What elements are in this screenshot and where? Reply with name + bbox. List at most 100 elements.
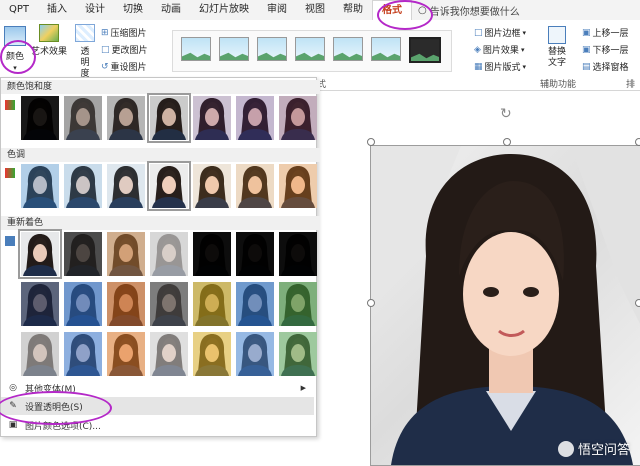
tab-transitions[interactable]: 切换: [114, 0, 152, 20]
tab-insert[interactable]: 插入: [38, 0, 76, 20]
tone-icon: [5, 168, 15, 178]
picture-styles-gallery: [172, 30, 452, 72]
saturation-swatch[interactable]: [64, 96, 102, 140]
tab-view[interactable]: 视图: [296, 0, 334, 20]
picture-layout-button[interactable]: ▦ 图片版式 ▾: [474, 60, 527, 74]
tab-help[interactable]: 帮助: [334, 0, 372, 20]
recolor-swatch[interactable]: [107, 332, 145, 376]
tone-swatch[interactable]: [193, 164, 231, 208]
tab-animations[interactable]: 动画: [152, 0, 190, 20]
picture-style-2[interactable]: [219, 37, 249, 61]
watermark-text: 悟空问答: [577, 443, 630, 458]
tab-review[interactable]: 审阅: [258, 0, 296, 20]
recolor-section-title: 重新着色: [1, 216, 320, 230]
recolor-swatch[interactable]: [193, 282, 231, 326]
recolor-swatch[interactable]: [64, 332, 102, 376]
selected-portrait-picture[interactable]: [370, 145, 640, 466]
picture-effects-button[interactable]: ◈ 图片效果 ▾: [474, 43, 525, 57]
recolor-swatch[interactable]: [18, 229, 62, 279]
resize-handle-top-left[interactable]: [367, 138, 375, 146]
bring-forward-icon: ▣: [582, 27, 591, 38]
chevron-right-icon: ▶: [300, 384, 306, 392]
recolor-swatch[interactable]: [236, 332, 274, 376]
resize-handle-top-right[interactable]: [635, 138, 640, 146]
picture-style-7[interactable]: [409, 37, 441, 63]
tone-swatch[interactable]: [236, 164, 274, 208]
border-icon: □: [474, 27, 483, 38]
saturation-grid: [1, 93, 317, 146]
picture-style-6[interactable]: [371, 37, 401, 61]
saturation-swatch[interactable]: [279, 96, 317, 140]
chevron-down-icon: ▾: [522, 62, 527, 71]
recolor-swatch[interactable]: [279, 232, 317, 276]
recolor-swatch[interactable]: [279, 332, 317, 376]
bring-forward-button[interactable]: ▣ 上移一层: [582, 26, 629, 40]
saturation-swatch[interactable]: [236, 96, 274, 140]
tab-design[interactable]: 设计: [76, 0, 114, 20]
picture-border-button[interactable]: □ 图片边框 ▾: [474, 26, 527, 40]
recolor-swatch[interactable]: [64, 232, 102, 276]
watermark: 悟空问答: [557, 439, 630, 458]
recolor-swatch[interactable]: [21, 282, 59, 326]
recolor-swatch[interactable]: [236, 232, 274, 276]
tone-grid: [1, 161, 317, 214]
selection-pane-icon: ▤: [582, 61, 591, 72]
tone-swatch[interactable]: [279, 164, 317, 208]
tone-swatch[interactable]: [107, 164, 145, 208]
saturation-swatch[interactable]: [193, 96, 231, 140]
saturation-swatch[interactable]: [107, 96, 145, 140]
resize-handle-right[interactable]: [635, 299, 640, 307]
send-backward-icon: ▣: [582, 44, 591, 55]
tone-swatch[interactable]: [64, 164, 102, 208]
resize-handle-top[interactable]: [503, 138, 511, 146]
tab-qpt[interactable]: QPT: [0, 0, 38, 20]
recolor-swatch[interactable]: [279, 282, 317, 326]
compress-pictures-button[interactable]: ⊞ 压缩图片: [101, 26, 147, 40]
transparency-icon: [75, 24, 95, 42]
color-button-highlight-ring: [0, 40, 36, 74]
send-backward-button[interactable]: ▣ 下移一层: [582, 43, 629, 57]
artistic-effects-button[interactable]: 艺术效果: [31, 24, 67, 58]
artistic-effects-label: 艺术效果: [31, 47, 68, 57]
saturation-icon: [5, 100, 15, 110]
tab-slideshow[interactable]: 幻灯片放映: [190, 0, 258, 20]
recolor-swatch[interactable]: [64, 282, 102, 326]
tone-swatch[interactable]: [21, 164, 59, 208]
format-tab-highlight-ring: [377, 0, 433, 30]
saturation-swatch[interactable]: [147, 93, 191, 143]
reset-picture-button[interactable]: ↺ 重设图片: [101, 60, 147, 74]
recolor-swatch[interactable]: [150, 332, 188, 376]
alt-text-label: 替换文字: [547, 47, 566, 68]
change-picture-button[interactable]: □ 更改图片: [101, 43, 148, 57]
selection-pane-button[interactable]: ▤ 选择窗格: [582, 60, 629, 74]
resize-handle-left[interactable]: [367, 299, 375, 307]
recolor-swatch[interactable]: [150, 232, 188, 276]
recolor-swatch[interactable]: [150, 282, 188, 326]
chevron-down-icon: ▾: [522, 28, 527, 37]
tone-swatch[interactable]: [147, 161, 191, 211]
tell-me-box[interactable]: ○ 告诉我你想要做什么: [418, 3, 520, 18]
recolor-swatch[interactable]: [236, 282, 274, 326]
picture-layout-label: 图片版式: [484, 63, 521, 73]
compress-icon: ⊞: [101, 27, 109, 38]
transparency-button[interactable]: 透明度: [70, 24, 100, 80]
rotate-handle-icon[interactable]: ↻: [500, 107, 514, 121]
chevron-down-icon: ▾: [520, 45, 525, 54]
saturation-section-title: 颜色饱和度: [1, 80, 320, 94]
palette-icon: ◎: [9, 383, 17, 393]
picture-style-4[interactable]: [295, 37, 325, 61]
recolor-swatch[interactable]: [107, 232, 145, 276]
set-transparent-highlight-ring: [0, 391, 112, 425]
picture-style-3[interactable]: [257, 37, 287, 61]
alt-text-button[interactable]: 替换文字: [542, 26, 572, 69]
selection-pane-label: 选择窗格: [592, 63, 629, 73]
picture-style-1[interactable]: [181, 37, 211, 61]
recolor-icon: [5, 236, 15, 246]
recolor-swatch[interactable]: [193, 332, 231, 376]
recolor-swatch[interactable]: [107, 282, 145, 326]
recolor-swatch[interactable]: [193, 232, 231, 276]
saturation-swatch[interactable]: [21, 96, 59, 140]
recolor-swatch[interactable]: [21, 332, 59, 376]
tone-section-title: 色调: [1, 148, 320, 162]
picture-style-5[interactable]: [333, 37, 363, 61]
